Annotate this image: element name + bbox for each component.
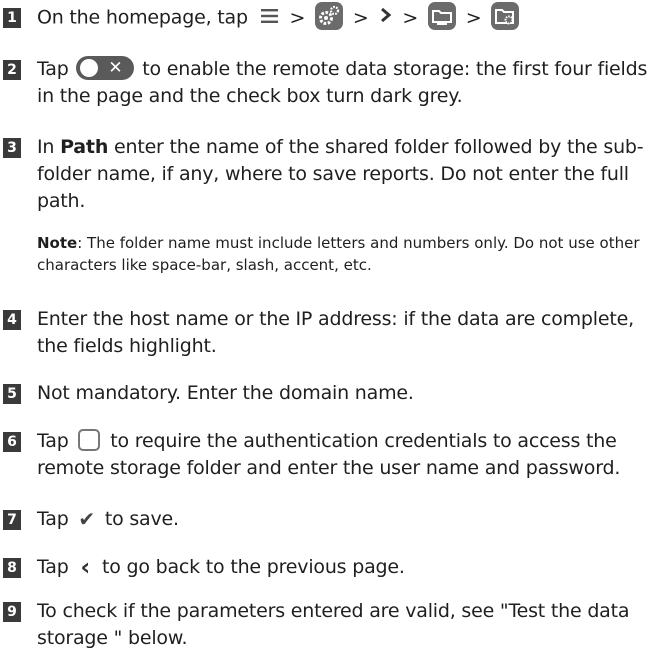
folder-settings-icon <box>491 2 520 30</box>
step-text: On the homepage, tap > > > > <box>37 2 666 32</box>
separator: > <box>289 6 306 29</box>
step-number: 5 <box>3 384 21 404</box>
path-field-label: Path <box>60 136 109 158</box>
note-label: Note <box>37 234 78 252</box>
folder-icon <box>427 2 456 30</box>
step-number: 2 <box>3 60 21 80</box>
separator: > <box>465 6 482 29</box>
step-number: 9 <box>3 602 21 622</box>
checkbox-icon <box>78 428 101 451</box>
back-icon: ‹ <box>80 553 91 581</box>
step-number: 4 <box>3 310 21 330</box>
note: Note: The folder name must include lette… <box>37 232 666 276</box>
step-1-text: On the homepage, tap <box>37 6 248 29</box>
step-number: 7 <box>3 510 21 530</box>
step-number: 8 <box>3 558 21 578</box>
step-number: 3 <box>3 138 21 158</box>
chevron-right-icon <box>379 5 393 32</box>
settings-icon <box>315 2 344 30</box>
toggle-icon: ✕ <box>76 55 135 80</box>
step-text: In Path enter the name of the shared fol… <box>37 136 644 212</box>
step-text: To check if the parameters entered are v… <box>37 600 630 649</box>
step-text: Tap ✔ to save. <box>37 507 179 531</box>
note-text: : The folder name must include letters a… <box>37 234 640 274</box>
separator: > <box>352 6 369 29</box>
step-text: Enter the host name or the IP address: i… <box>37 308 634 357</box>
menu-icon <box>260 5 280 32</box>
step-text: Tap ✕ to enable the remote data storage:… <box>37 55 648 107</box>
step-text: Tap to require the authentication creden… <box>37 428 621 479</box>
step-number: 1 <box>3 8 21 28</box>
step-number: 6 <box>3 432 21 452</box>
step-text: Tap ‹ to go back to the previous page. <box>37 553 405 581</box>
step-text: Not mandatory. Enter the domain name. <box>37 382 414 404</box>
check-icon: ✔ <box>78 507 95 531</box>
separator: > <box>402 6 419 29</box>
